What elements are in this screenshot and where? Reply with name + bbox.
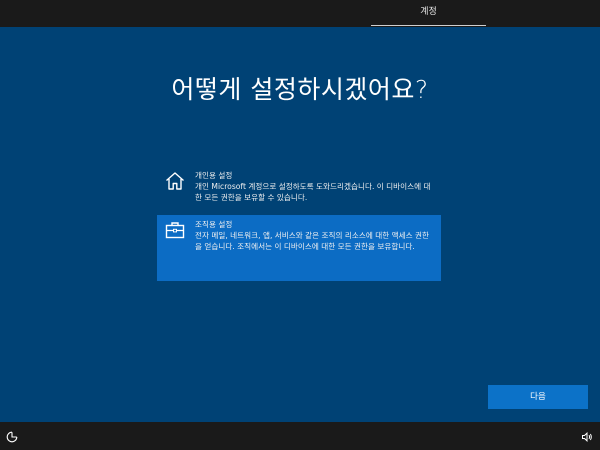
option-organization-text: 조직용 설정 전자 메일, 네트워크, 앱, 서비스와 같은 조직의 리소스에 … — [195, 219, 435, 252]
option-personal-setup[interactable]: 개인용 설정 개인 Microsoft 계정으로 설정하도록 도와드리겠습니다.… — [157, 166, 441, 214]
tab-account: 계정 — [371, 0, 486, 27]
setup-panel: 어떻게 설정하시겠어요? 개인용 설정 개인 Microsoft 계정으로 설정… — [0, 27, 600, 422]
option-description: 개인 Microsoft 계정으로 설정하도록 도와드리겠습니다. 이 디바이스… — [195, 182, 431, 202]
option-personal-text: 개인용 설정 개인 Microsoft 계정으로 설정하도록 도와드리겠습니다.… — [195, 170, 435, 203]
briefcase-icon — [165, 222, 185, 239]
volume-icon[interactable] — [581, 431, 593, 443]
top-bar: 계정 — [0, 0, 600, 27]
option-title: 개인용 설정 — [195, 171, 233, 180]
bottom-bar — [0, 422, 600, 450]
tab-account-label: 계정 — [420, 7, 437, 17]
next-button[interactable]: 다음 — [488, 385, 588, 409]
option-description: 전자 메일, 네트워크, 앱, 서비스와 같은 조직의 리소스에 대한 액세스 … — [195, 231, 429, 251]
page-title: 어떻게 설정하시겠어요? — [171, 75, 429, 104]
home-icon — [166, 172, 184, 190]
option-title: 조직용 설정 — [195, 220, 233, 229]
tab-underline — [371, 25, 486, 26]
option-organization-setup[interactable]: 조직용 설정 전자 메일, 네트워크, 앱, 서비스와 같은 조직의 리소스에 … — [157, 215, 441, 281]
ease-of-access-icon[interactable] — [6, 431, 18, 443]
